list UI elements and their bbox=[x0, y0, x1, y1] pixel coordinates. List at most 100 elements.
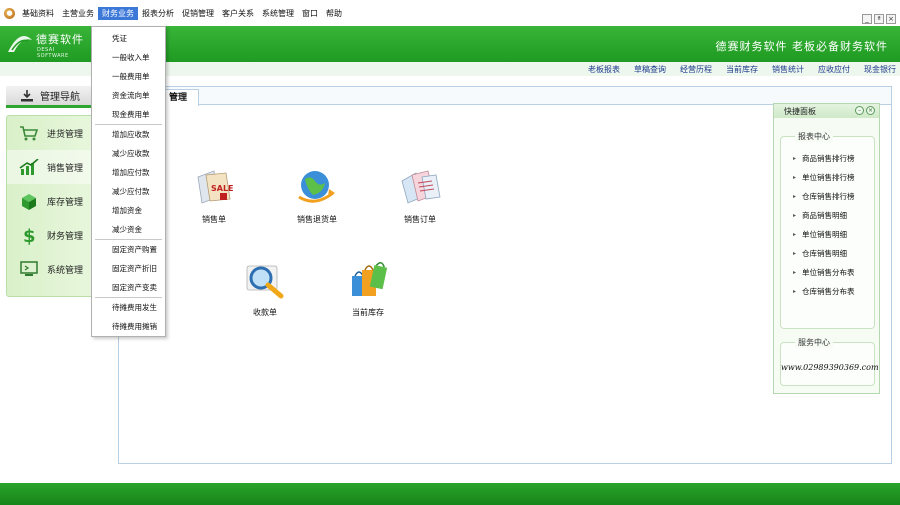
report-link-unit-sales-distribution[interactable]: ▸ 单位销售分布表 bbox=[781, 263, 874, 282]
close-icon[interactable]: × bbox=[866, 106, 875, 115]
nav-header-title: 管理导航 bbox=[40, 92, 80, 103]
menu-main-business[interactable]: 主营业务 bbox=[58, 7, 98, 20]
svg-text:$: $ bbox=[23, 226, 36, 245]
bullet-icon: ▸ bbox=[793, 288, 797, 295]
app-icon[interactable]: ● bbox=[4, 7, 15, 19]
collapse-icon[interactable]: – bbox=[855, 106, 864, 115]
menu-item-decrease-receivable[interactable]: 减少应收款 bbox=[92, 144, 165, 163]
report-link-warehouse-sales-detail[interactable]: ▸ 仓库销售明细 bbox=[781, 244, 874, 263]
report-link-label: 仓库销售分布表 bbox=[802, 287, 855, 296]
app-window: ● 基础资料 主营业务 财务业务 报表分析 促销管理 客户关系 系统管理 窗口 … bbox=[0, 0, 900, 505]
slogan: 德赛财务软件 老板必备财务软件 bbox=[715, 40, 888, 53]
logo-mark-icon bbox=[8, 36, 32, 52]
bullet-icon: ▸ bbox=[793, 250, 797, 257]
menu-item-deferred-expense-occur[interactable]: 待摊费用发生 bbox=[92, 298, 165, 317]
monitor-icon bbox=[19, 260, 39, 278]
report-center-title: 报表中心 bbox=[795, 131, 833, 142]
sale-tag-icon: SALE bbox=[197, 170, 234, 204]
status-bar bbox=[0, 483, 900, 505]
report-link-label: 单位销售排行榜 bbox=[802, 173, 855, 182]
quicklink-sales-stats[interactable]: 销售统计 bbox=[772, 64, 804, 75]
nav-item-label: 进货管理 bbox=[47, 129, 84, 140]
function-label: 销售订单 bbox=[404, 215, 436, 224]
bullet-icon: ▸ bbox=[793, 212, 797, 219]
menu-item-decrease-payable[interactable]: 减少应付款 bbox=[92, 182, 165, 201]
report-link-label: 商品销售排行榜 bbox=[802, 154, 855, 163]
box-icon bbox=[19, 192, 39, 210]
report-link-label: 仓库销售排行榜 bbox=[802, 192, 855, 201]
report-link-product-sales-detail[interactable]: ▸ 商品销售明细 bbox=[781, 206, 874, 225]
magnifier-icon bbox=[246, 265, 284, 299]
restore-button[interactable]: ª bbox=[874, 14, 884, 24]
cart-icon bbox=[19, 124, 39, 142]
quicklink-draft-query[interactable]: 草稿查询 bbox=[634, 64, 666, 75]
function-sales-order[interactable]: SALE 销售单 bbox=[179, 167, 249, 225]
report-link-product-sales-rank[interactable]: ▸ 商品销售排行榜 bbox=[781, 149, 874, 168]
report-link-warehouse-sales-distribution[interactable]: ▸ 仓库销售分布表 bbox=[781, 282, 874, 301]
menu-item-asset-purchase[interactable]: 固定资产购置 bbox=[92, 240, 165, 259]
menu-customer-relations[interactable]: 客户关系 bbox=[218, 7, 258, 20]
menu-item-fund-flow[interactable]: 资金流向单 bbox=[92, 86, 165, 105]
function-sales-order-form[interactable]: 销售订单 bbox=[385, 167, 455, 225]
menu-item-general-income[interactable]: 一般收入单 bbox=[92, 48, 165, 67]
service-url-link[interactable]: www.02989390369.com bbox=[781, 363, 879, 372]
function-sales-return[interactable]: 销售退货单 bbox=[282, 167, 352, 225]
menu-item-asset-depreciation[interactable]: 固定资产折旧 bbox=[92, 259, 165, 278]
service-center-group: 服务中心 www.02989390369.com bbox=[780, 337, 879, 386]
minimize-button[interactable]: _ bbox=[862, 14, 872, 24]
bullet-icon: ▸ bbox=[793, 269, 797, 276]
menu-finance-business[interactable]: 财务业务 bbox=[98, 6, 138, 20]
menu-help[interactable]: 帮助 bbox=[322, 7, 346, 20]
logo: 德赛软件 DESAI SOFTWARE bbox=[6, 30, 88, 59]
function-current-stock[interactable]: 当前库存 bbox=[333, 260, 403, 318]
nav-item-label: 财务管理 bbox=[47, 231, 84, 242]
function-receipt[interactable]: 收款单 bbox=[230, 260, 300, 318]
quicklink-business-history[interactable]: 经营历程 bbox=[680, 64, 712, 75]
menu-item-decrease-funds[interactable]: 减少资金 bbox=[92, 220, 165, 239]
menu-item-voucher[interactable]: 凭证 bbox=[92, 29, 165, 48]
quicklink-current-stock[interactable]: 当前库存 bbox=[726, 64, 758, 75]
report-link-unit-sales-detail[interactable]: ▸ 单位销售明细 bbox=[781, 225, 874, 244]
finance-dropdown-menu: 凭证 一般收入单 一般费用单 资金流向单 现金费用单 增加应收款 减少应收款 增… bbox=[91, 26, 166, 337]
bullet-icon: ▸ bbox=[793, 193, 797, 200]
menu-report-analysis[interactable]: 报表分析 bbox=[138, 7, 178, 20]
download-icon bbox=[21, 89, 33, 101]
report-link-label: 仓库销售明细 bbox=[802, 249, 848, 258]
nav-item-label: 销售管理 bbox=[47, 163, 84, 174]
bullet-icon: ▸ bbox=[793, 231, 797, 238]
quick-panel-controls: – × bbox=[855, 106, 875, 115]
report-link-warehouse-sales-rank[interactable]: ▸ 仓库销售排行榜 bbox=[781, 187, 874, 206]
menu-system-management[interactable]: 系统管理 bbox=[258, 7, 298, 20]
report-link-label: 单位销售分布表 bbox=[802, 268, 855, 277]
nav-item-label: 系统管理 bbox=[47, 265, 84, 276]
menu-bar: ● 基础资料 主营业务 财务业务 报表分析 促销管理 客户关系 系统管理 窗口 … bbox=[0, 0, 900, 26]
logo-text: 德赛软件 bbox=[36, 33, 84, 46]
dollar-icon: $ bbox=[19, 226, 39, 245]
menu-item-asset-sale[interactable]: 固定资产变卖 bbox=[92, 278, 165, 297]
report-link-unit-sales-rank[interactable]: ▸ 单位销售排行榜 bbox=[781, 168, 874, 187]
bullet-icon: ▸ bbox=[793, 174, 797, 181]
function-label: 当前库存 bbox=[352, 308, 384, 317]
report-link-label: 单位销售明细 bbox=[802, 230, 848, 239]
menu-basic-data[interactable]: 基础资料 bbox=[18, 7, 58, 20]
quicklink-receivable-payable[interactable]: 应收应付 bbox=[818, 64, 850, 75]
menu-item-deferred-expense-amortize[interactable]: 待摊费用摊销 bbox=[92, 317, 165, 336]
menu-item-increase-payable[interactable]: 增加应付款 bbox=[92, 163, 165, 182]
quicklink-cash-bank[interactable]: 现金银行 bbox=[864, 64, 896, 75]
quicklink-boss-report[interactable]: 老板报表 bbox=[588, 64, 620, 75]
close-button[interactable]: × bbox=[886, 14, 896, 24]
function-label: 销售单 bbox=[202, 215, 226, 224]
menu-item-increase-receivable[interactable]: 增加应收款 bbox=[92, 125, 165, 144]
chart-up-icon bbox=[19, 158, 39, 176]
nav-item-label: 库存管理 bbox=[47, 197, 84, 208]
report-link-label: 商品销售明细 bbox=[802, 211, 848, 220]
bullet-icon: ▸ bbox=[793, 155, 797, 162]
menu-item-cash-expense[interactable]: 现金费用单 bbox=[92, 105, 165, 124]
function-label: 收款单 bbox=[253, 308, 277, 317]
menu-item-increase-funds[interactable]: 增加资金 bbox=[92, 201, 165, 220]
order-tags-icon bbox=[401, 170, 441, 204]
menu-promotion[interactable]: 促销管理 bbox=[178, 7, 218, 20]
menu-item-general-expense[interactable]: 一般费用单 bbox=[92, 67, 165, 86]
menu-window[interactable]: 窗口 bbox=[298, 7, 322, 20]
logo-subtext: DESAI SOFTWARE bbox=[37, 47, 69, 59]
